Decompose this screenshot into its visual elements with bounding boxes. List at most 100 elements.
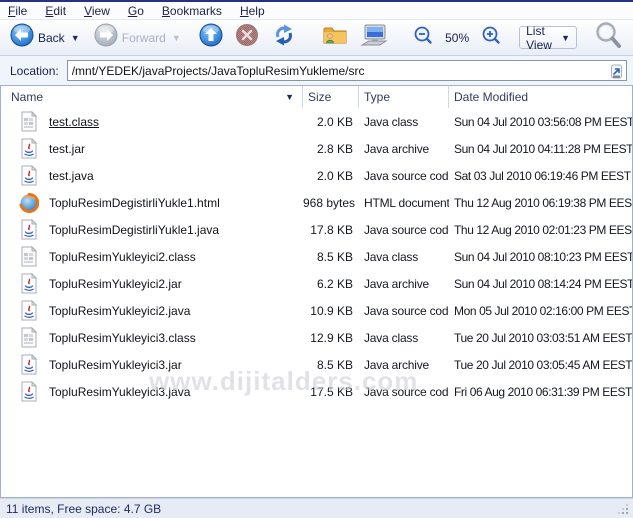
menu-help[interactable]: Help <box>240 4 265 18</box>
java-file-icon <box>19 273 39 295</box>
reload-icon <box>271 23 297 52</box>
back-button[interactable]: Back ▼ <box>6 21 86 54</box>
zoom-out-button[interactable] <box>409 23 437 52</box>
file-type: Java class <box>364 114 419 129</box>
file-type: Java archive <box>364 357 429 372</box>
zoom-out-icon <box>413 25 433 50</box>
status-text: 11 items, Free space: 4.7 GB <box>6 501 162 516</box>
file-row[interactable]: test.java 2.0 KB Java source code Sat 03… <box>1 162 632 189</box>
status-bar: 11 items, Free space: 4.7 GB <box>0 498 633 518</box>
forward-button[interactable]: Forward ▼ <box>90 21 187 54</box>
java-file-icon <box>19 300 39 322</box>
zoom-in-icon <box>481 25 501 50</box>
file-date: Sat 03 Jul 2010 06:19:46 PM EEST <box>454 168 631 183</box>
search-button[interactable] <box>589 18 627 57</box>
file-name[interactable]: TopluResimYukleyici2.java <box>49 304 190 318</box>
file-row[interactable]: TopluResimYukleyici2.class 8.5 KB Java c… <box>1 243 632 270</box>
column-header-date[interactable]: Date Modified <box>449 86 632 108</box>
file-size: 10.9 KB <box>310 303 353 318</box>
computer-icon <box>360 23 389 52</box>
file-row[interactable]: TopluResimDegistirliYukle1.html 968 byte… <box>1 189 632 216</box>
file-rows: test.class 2.0 KB Java class Sun 04 Jul … <box>1 108 632 405</box>
forward-dropdown-arrow: ▼ <box>171 32 181 43</box>
up-button[interactable] <box>195 21 227 54</box>
computer-button[interactable] <box>356 21 392 54</box>
file-date: Tue 20 Jul 2010 03:05:45 AM EEST <box>454 357 632 372</box>
file-type: Java archive <box>364 141 429 156</box>
file-size: 17.5 KB <box>310 384 353 399</box>
class-file-icon <box>19 246 39 268</box>
file-row[interactable]: test.class 2.0 KB Java class Sun 04 Jul … <box>1 108 632 135</box>
sort-descending-icon[interactable]: ▼ <box>285 92 294 102</box>
file-size: 968 bytes <box>303 195 356 210</box>
home-folder-icon <box>322 23 348 52</box>
back-icon <box>10 23 34 52</box>
file-name[interactable]: test.java <box>49 169 94 183</box>
file-name[interactable]: TopluResimDegistirliYukle1.java <box>49 223 219 237</box>
file-name[interactable]: test.class <box>49 115 99 129</box>
location-input[interactable] <box>67 61 626 80</box>
file-type: Java class <box>364 249 419 264</box>
file-list-panel: Name ▼ Size Type Date Modified test.clas… <box>0 85 633 498</box>
view-mode-arrow-icon: ▼ <box>561 32 571 43</box>
column-header-type[interactable]: Type <box>359 86 449 108</box>
back-dropdown-arrow[interactable]: ▼ <box>69 33 82 43</box>
java-file-icon <box>19 219 39 241</box>
file-manager-window: File Edit View Go Bookmarks Help Back ▼ <box>0 0 633 518</box>
file-date: Sun 04 Jul 2010 08:14:24 PM EEST <box>454 276 632 291</box>
file-name[interactable]: TopluResimYukleyici2.class <box>49 250 196 264</box>
clear-location-icon[interactable] <box>609 63 624 85</box>
file-type: Java source code <box>364 222 449 237</box>
column-headers: Name ▼ Size Type Date Modified <box>1 86 632 108</box>
location-label: Location: <box>10 63 59 78</box>
forward-label: Forward <box>121 30 166 45</box>
column-header-name[interactable]: Name ▼ <box>1 86 303 108</box>
zoom-level: 50% <box>445 30 470 45</box>
home-folder-button[interactable] <box>318 21 352 54</box>
file-row[interactable]: TopluResimYukleyici2.jar 6.2 KB Java arc… <box>1 270 632 297</box>
file-row[interactable]: TopluResimYukleyici3.class 12.9 KB Java … <box>1 324 632 351</box>
file-row[interactable]: TopluResimYukleyici3.jar 8.5 KB Java arc… <box>1 351 632 378</box>
resize-grip[interactable] <box>617 503 629 515</box>
menu-file[interactable]: File <box>8 4 27 18</box>
view-mode-dropdown[interactable]: List View ▼ <box>519 23 578 52</box>
file-date: Sun 04 Jul 2010 04:11:28 PM EEST <box>454 141 632 156</box>
file-name[interactable]: test.jar <box>49 142 85 156</box>
file-size: 2.0 KB <box>316 168 353 183</box>
file-row[interactable]: TopluResimDegistirliYukle1.java 17.8 KB … <box>1 216 632 243</box>
file-row[interactable]: test.jar 2.8 KB Java archive Sun 04 Jul … <box>1 135 632 162</box>
file-name[interactable]: TopluResimYukleyici2.jar <box>49 277 182 291</box>
up-icon <box>199 23 223 52</box>
file-type: Java source code <box>364 384 449 399</box>
column-header-size[interactable]: Size <box>303 86 359 108</box>
file-row[interactable]: TopluResimYukleyici2.java 10.9 KB Java s… <box>1 297 632 324</box>
zoom-in-button[interactable] <box>477 23 505 52</box>
menu-view[interactable]: View <box>84 4 110 18</box>
file-date: Sun 04 Jul 2010 03:56:08 PM EEST <box>454 114 632 129</box>
html-file-icon <box>19 192 39 214</box>
location-bar: Location: <box>0 56 633 85</box>
file-size: 17.8 KB <box>310 222 353 237</box>
menu-go[interactable]: Go <box>128 4 144 18</box>
reload-button[interactable] <box>267 21 301 54</box>
file-type: Java source code <box>364 168 449 183</box>
class-file-icon <box>19 327 39 349</box>
file-date: Mon 05 Jul 2010 02:16:00 PM EEST <box>454 303 632 318</box>
toolbar: Back ▼ Forward ▼ 50% List View ▼ <box>0 20 633 56</box>
file-name[interactable]: TopluResimYukleyici3.java <box>49 385 190 399</box>
menu-edit[interactable]: Edit <box>45 4 66 18</box>
file-name[interactable]: TopluResimDegistirliYukle1.html <box>49 196 220 210</box>
stop-icon <box>235 23 259 52</box>
file-date: Tue 20 Jul 2010 03:03:51 AM EEST <box>454 330 632 345</box>
file-date: Sun 04 Jul 2010 08:10:23 PM EEST <box>454 249 632 264</box>
java-file-icon <box>19 165 39 187</box>
view-mode-value: List View <box>526 23 552 52</box>
file-name[interactable]: TopluResimYukleyici3.jar <box>49 358 182 372</box>
file-date: Fri 06 Aug 2010 06:31:39 PM EEST <box>454 384 632 399</box>
menu-bookmarks[interactable]: Bookmarks <box>162 4 222 18</box>
search-icon <box>593 20 623 55</box>
file-date: Thu 12 Aug 2010 02:01:23 PM EEST <box>454 222 632 237</box>
file-row[interactable]: TopluResimYukleyici3.java 17.5 KB Java s… <box>1 378 632 405</box>
file-name[interactable]: TopluResimYukleyici3.class <box>49 331 196 345</box>
java-file-icon <box>19 354 39 376</box>
